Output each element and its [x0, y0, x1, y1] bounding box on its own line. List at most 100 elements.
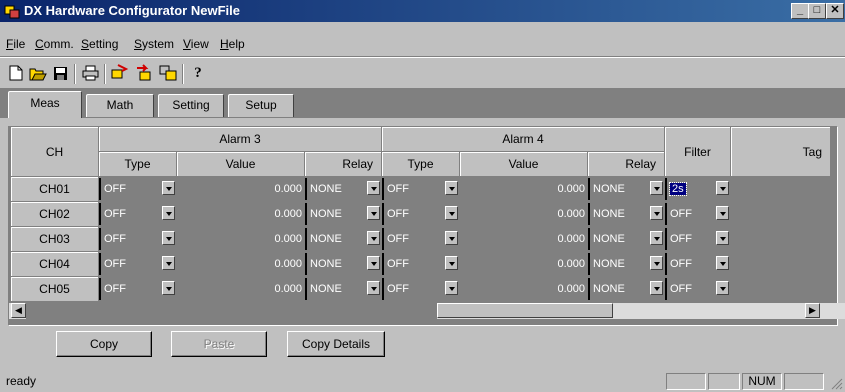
dropdown-arrow-icon[interactable] — [716, 281, 729, 295]
receive-config-icon[interactable] — [110, 63, 130, 83]
dropdown-arrow-icon[interactable] — [716, 256, 729, 270]
header-filter[interactable]: Filter — [665, 127, 731, 177]
alarm3-type-select[interactable]: OFF — [99, 203, 177, 225]
dropdown-arrow-icon[interactable] — [716, 181, 729, 195]
alarm3-relay-select[interactable]: NONE — [305, 178, 382, 200]
alarm4-value-field[interactable]: 0.000 — [460, 178, 588, 200]
minimize-button[interactable]: _ — [791, 3, 809, 19]
alarm3-value-field[interactable]: 0.000 — [177, 278, 305, 300]
tag-field[interactable] — [731, 203, 831, 225]
menu-setting[interactable]: Setting — [81, 37, 118, 51]
header-alarm4-relay[interactable]: Relay — [588, 152, 665, 177]
scroll-right-icon[interactable]: ▶ — [805, 303, 820, 318]
header-alarm3-value[interactable]: Value — [177, 152, 305, 177]
header-alarm3-type[interactable]: Type — [99, 152, 177, 177]
alarm4-relay-select[interactable]: NONE — [588, 228, 665, 250]
alarm3-value-field[interactable]: 0.000 — [177, 178, 305, 200]
dropdown-arrow-icon[interactable] — [716, 206, 729, 220]
save-disk-icon[interactable] — [50, 63, 70, 83]
alarm4-type-select[interactable]: OFF — [382, 228, 460, 250]
dropdown-arrow-icon[interactable] — [445, 231, 458, 245]
dropdown-arrow-icon[interactable] — [367, 231, 380, 245]
tab-setup[interactable]: Setup — [228, 94, 294, 117]
paste-button[interactable]: Paste — [171, 331, 267, 357]
dropdown-arrow-icon[interactable] — [445, 281, 458, 295]
alarm3-value-field[interactable]: 0.000 — [177, 203, 305, 225]
dropdown-arrow-icon[interactable] — [445, 206, 458, 220]
dropdown-arrow-icon[interactable] — [650, 206, 663, 220]
alarm4-value-field[interactable]: 0.000 — [460, 203, 588, 225]
header-ch[interactable]: CH — [11, 127, 99, 177]
header-tag[interactable]: Tag — [731, 127, 831, 177]
filter-select[interactable]: OFF — [665, 203, 731, 225]
menu-help[interactable]: Help — [220, 37, 245, 51]
header-alarm4-type[interactable]: Type — [382, 152, 460, 177]
open-folder-icon[interactable] — [28, 63, 48, 83]
alarm4-type-select[interactable]: OFF — [382, 203, 460, 225]
dropdown-arrow-icon[interactable] — [716, 231, 729, 245]
dropdown-arrow-icon[interactable] — [650, 281, 663, 295]
alarm3-relay-select[interactable]: NONE — [305, 228, 382, 250]
dropdown-arrow-icon[interactable] — [162, 231, 175, 245]
tab-setting[interactable]: Setting — [158, 94, 224, 117]
horizontal-scroll-thumb[interactable] — [437, 303, 613, 318]
header-alarm3-relay[interactable]: Relay — [305, 152, 382, 177]
maximize-button[interactable]: □ — [808, 3, 826, 19]
dropdown-arrow-icon[interactable] — [162, 206, 175, 220]
dropdown-arrow-icon[interactable] — [367, 281, 380, 295]
dropdown-arrow-icon[interactable] — [162, 281, 175, 295]
send-config-icon[interactable] — [134, 63, 154, 83]
dropdown-arrow-icon[interactable] — [162, 181, 175, 195]
alarm3-relay-select[interactable]: NONE — [305, 203, 382, 225]
row-header-ch[interactable]: CH03 — [11, 227, 99, 252]
tab-math[interactable]: Math — [86, 94, 154, 117]
row-header-ch[interactable]: CH01 — [11, 177, 99, 202]
dropdown-arrow-icon[interactable] — [367, 181, 380, 195]
alarm3-relay-select[interactable]: NONE — [305, 278, 382, 300]
row-header-ch[interactable]: CH05 — [11, 277, 99, 302]
copy-button[interactable]: Copy — [56, 331, 152, 357]
dropdown-arrow-icon[interactable] — [162, 256, 175, 270]
alarm4-relay-select[interactable]: NONE — [588, 278, 665, 300]
copy-details-button[interactable]: Copy Details — [287, 331, 385, 357]
alarm4-value-field[interactable]: 0.000 — [460, 278, 588, 300]
title-bar[interactable]: DX Hardware Configurator NewFile _ □ ✕ — [0, 0, 845, 22]
tab-meas[interactable]: Meas — [8, 91, 82, 118]
close-button[interactable]: ✕ — [826, 3, 844, 19]
tag-field[interactable] — [731, 278, 831, 300]
scroll-left-icon[interactable]: ◀ — [11, 303, 26, 318]
alarm3-value-field[interactable]: 0.000 — [177, 228, 305, 250]
menu-file[interactable]: File — [6, 37, 25, 51]
tag-field[interactable] — [731, 228, 831, 250]
tag-field[interactable] — [731, 178, 831, 200]
alarm4-relay-select[interactable]: NONE — [588, 203, 665, 225]
alarm3-value-field[interactable]: 0.000 — [177, 253, 305, 275]
dropdown-arrow-icon[interactable] — [650, 181, 663, 195]
alarm4-type-select[interactable]: OFF — [382, 253, 460, 275]
alarm3-type-select[interactable]: OFF — [99, 178, 177, 200]
alarm4-value-field[interactable]: 0.000 — [460, 228, 588, 250]
filter-select[interactable]: OFF — [665, 253, 731, 275]
dropdown-arrow-icon[interactable] — [650, 231, 663, 245]
alarm4-relay-select[interactable]: NONE — [588, 178, 665, 200]
tag-field[interactable] — [731, 253, 831, 275]
print-icon[interactable] — [80, 63, 100, 83]
filter-select[interactable]: OFF — [665, 278, 731, 300]
menu-comm[interactable]: Comm. — [35, 37, 74, 51]
alarm4-type-select[interactable]: OFF — [382, 278, 460, 300]
filter-select[interactable]: 2s — [665, 178, 731, 200]
alarm3-type-select[interactable]: OFF — [99, 253, 177, 275]
dropdown-arrow-icon[interactable] — [367, 256, 380, 270]
dropdown-arrow-icon[interactable] — [367, 206, 380, 220]
menu-view[interactable]: View — [183, 37, 209, 51]
alarm3-type-select[interactable]: OFF — [99, 278, 177, 300]
header-alarm4-value[interactable]: Value — [460, 152, 588, 177]
help-icon[interactable]: ? — [188, 63, 208, 83]
row-header-ch[interactable]: CH02 — [11, 202, 99, 227]
horizontal-scrollbar[interactable]: ◀ ▶ — [9, 303, 845, 319]
dropdown-arrow-icon[interactable] — [445, 256, 458, 270]
alarm4-value-field[interactable]: 0.000 — [460, 253, 588, 275]
dropdown-arrow-icon[interactable] — [445, 181, 458, 195]
filter-select[interactable]: OFF — [665, 228, 731, 250]
new-file-icon[interactable] — [6, 63, 26, 83]
